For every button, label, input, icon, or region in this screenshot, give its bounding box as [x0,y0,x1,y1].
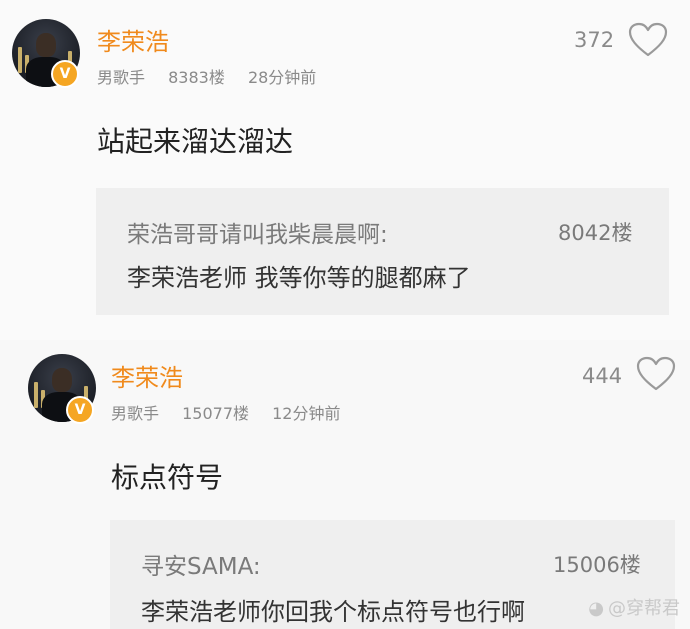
reply-username[interactable]: 寻安SAMA: [141,547,261,581]
reply-text: 李荣浩老师 我等你等的腿都麻了 [127,264,471,292]
weibo-icon: ◕ [588,598,604,619]
timestamp: 12分钟前 [272,404,341,423]
like-count: 372 [574,28,615,52]
watermark-text: @穿帮君 [608,598,680,619]
verified-badge-icon: V [66,396,94,424]
comment-item: V 李荣浩 男歌手 8383楼 28分钟前 372 站起来溜达溜达 荣浩哥哥请叫… [0,0,690,345]
timestamp: 28分钟前 [247,68,317,87]
like-count: 444 [582,364,623,388]
user-title: 男歌手 [97,68,146,87]
reply-text: 李荣浩老师你回我个标点符号也行啊 [141,598,525,626]
floor-number: 15077楼 [182,404,250,423]
heart-icon[interactable] [628,22,668,58]
comment-text: 站起来溜达溜达 [97,125,294,158]
quoted-reply[interactable]: 荣浩哥哥请叫我柴晨晨啊: 8042楼 李荣浩老师 我等你等的腿都麻了 [96,188,669,315]
verified-badge-icon: V [51,60,79,88]
user-title: 男歌手 [111,404,160,423]
comment-text: 标点符号 [111,461,224,494]
comment-meta: 男歌手 15077楼 12分钟前 [111,400,358,424]
reply-floor-number: 8042楼 [558,221,633,245]
comment-meta: 男歌手 8383楼 28分钟前 [97,64,334,88]
comment-item: V 李荣浩 男歌手 15077楼 12分钟前 444 标点符号 寻安SAMA: … [0,340,690,629]
username[interactable]: 李荣浩 [97,22,169,57]
username[interactable]: 李荣浩 [111,358,183,393]
reply-username[interactable]: 荣浩哥哥请叫我柴晨晨啊: [127,215,388,249]
heart-icon[interactable] [636,356,676,392]
reply-floor-number: 15006楼 [553,553,641,577]
floor-number: 8383楼 [168,68,225,87]
watermark: ◕ @穿帮君 [588,594,680,620]
